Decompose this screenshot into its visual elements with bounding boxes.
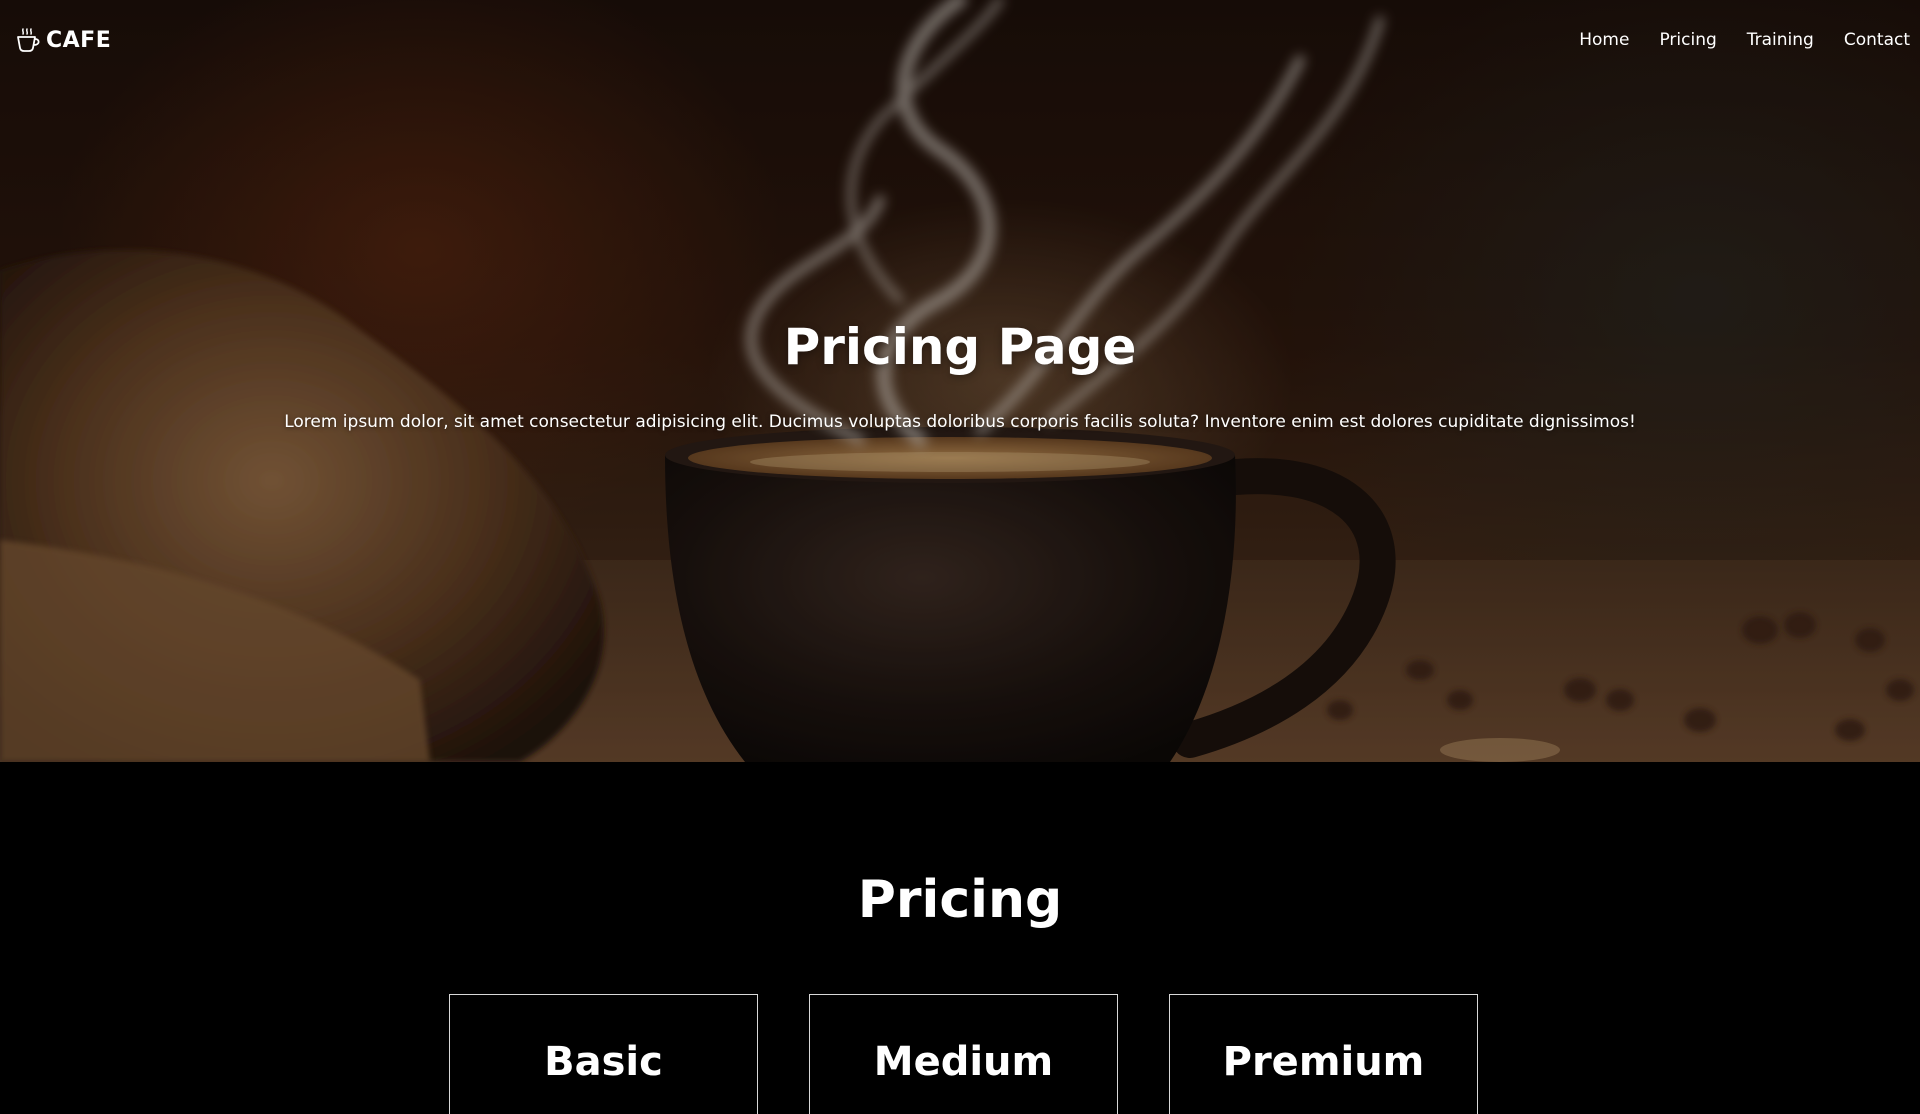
pricing-card-basic: Basic — [449, 994, 758, 1114]
pricing-cards: Basic Medium Premium — [449, 994, 1478, 1114]
hero-title: Pricing Page — [783, 318, 1137, 376]
nav-link-pricing[interactable]: Pricing — [1659, 30, 1716, 50]
plan-name: Medium — [873, 1039, 1054, 1085]
plan-name: Premium — [1222, 1039, 1425, 1085]
hero-subtitle: Lorem ipsum dolor, sit amet consectetur … — [284, 412, 1636, 432]
navbar: CAFE Home Pricing Training Contact — [0, 0, 1920, 80]
pricing-heading: Pricing — [857, 870, 1063, 930]
hero-banner — [0, 0, 1920, 762]
nav-link-training[interactable]: Training — [1747, 30, 1814, 50]
coffee-cup-icon — [17, 28, 40, 52]
brand-name: CAFE — [46, 27, 112, 53]
hero-overlay — [0, 0, 1920, 762]
nav-link-home[interactable]: Home — [1579, 30, 1629, 50]
nav-links: Home Pricing Training Contact — [1579, 30, 1910, 50]
nav-link-contact[interactable]: Contact — [1844, 30, 1910, 50]
pricing-card-medium: Medium — [809, 994, 1118, 1114]
pricing-card-premium: Premium — [1169, 994, 1478, 1114]
brand-logo[interactable]: CAFE — [14, 26, 111, 54]
plan-name: Basic — [544, 1039, 663, 1085]
